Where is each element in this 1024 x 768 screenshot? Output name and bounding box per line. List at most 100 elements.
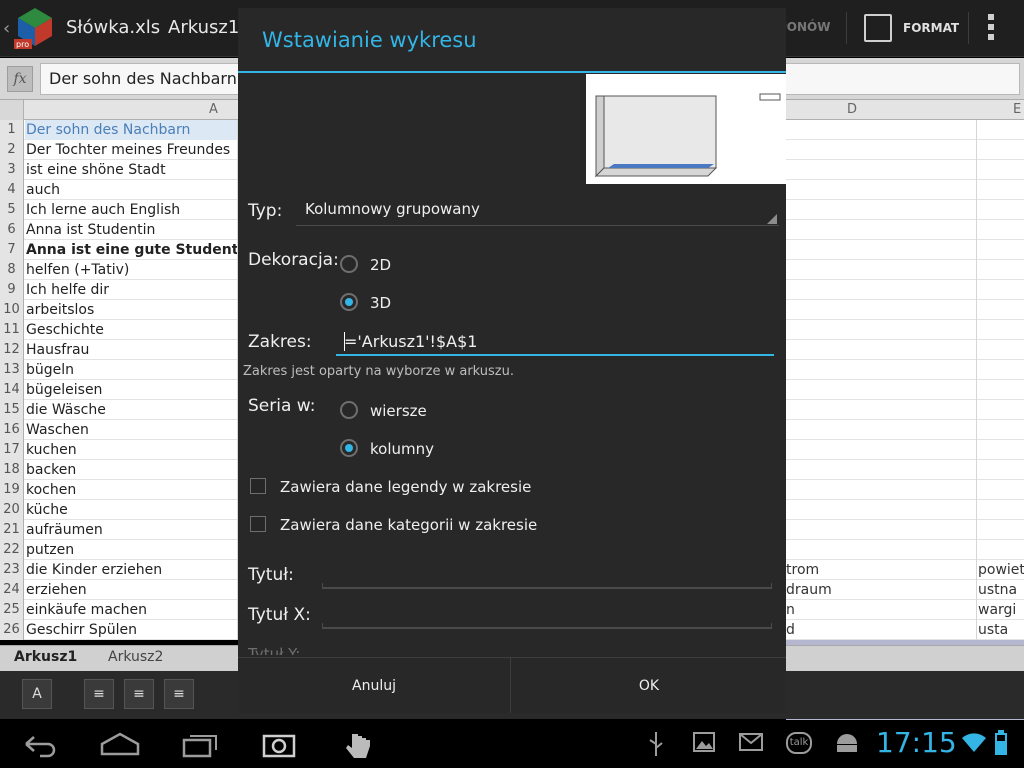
cell-a[interactable]: ist eine shöne Stadt	[25, 160, 237, 180]
cell-d[interactable]	[786, 160, 976, 180]
cell-d[interactable]	[786, 200, 976, 220]
row-number[interactable]: 7	[0, 240, 24, 260]
cell-e[interactable]	[978, 320, 1024, 340]
cell-a[interactable]: Ich lerne auch English	[25, 200, 237, 220]
column-header-d[interactable]: D	[847, 102, 857, 117]
cell-d[interactable]	[786, 380, 976, 400]
cell-a[interactable]: Ich helfe dir	[25, 280, 237, 300]
align-center-icon[interactable]: ≡	[124, 679, 154, 709]
cell-e[interactable]	[978, 180, 1024, 200]
row-number[interactable]: 13	[0, 360, 24, 380]
row-number[interactable]: 22	[0, 540, 24, 560]
row-number[interactable]: 15	[0, 400, 24, 420]
row-number[interactable]: 25	[0, 600, 24, 620]
cell-d[interactable]	[786, 260, 976, 280]
decoration-3d-label[interactable]: 3D	[370, 294, 391, 312]
row-number[interactable]: 8	[0, 260, 24, 280]
align-right-icon[interactable]: ≡	[164, 679, 194, 709]
cell-a[interactable]: putzen	[25, 540, 237, 560]
decoration-3d-radio[interactable]	[340, 293, 358, 311]
cell-d[interactable]	[786, 320, 976, 340]
cell-d[interactable]: trom	[786, 560, 976, 580]
row-number[interactable]: 3	[0, 160, 24, 180]
cell-d[interactable]: n	[786, 600, 976, 620]
row-number[interactable]: 2	[0, 140, 24, 160]
cell-a[interactable]: Waschen	[25, 420, 237, 440]
cell-a[interactable]: kochen	[25, 480, 237, 500]
cell-e[interactable]	[978, 120, 1024, 140]
cell-e[interactable]	[978, 300, 1024, 320]
cell-a[interactable]: arbeitslos	[25, 300, 237, 320]
row-number[interactable]: 4	[0, 180, 24, 200]
row-number[interactable]: 20	[0, 500, 24, 520]
cell-a[interactable]: Der sohn des Nachbarn	[25, 120, 237, 140]
cell-d[interactable]	[786, 220, 976, 240]
cell-d[interactable]	[786, 280, 976, 300]
title-x-input[interactable]	[322, 623, 772, 629]
cell-e[interactable]	[978, 200, 1024, 220]
cell-d[interactable]	[786, 480, 976, 500]
cell-a[interactable]: bügeleisen	[25, 380, 237, 400]
cell-d[interactable]	[786, 180, 976, 200]
cell-a[interactable]: helfen (+Tativ)	[25, 260, 237, 280]
cell-e[interactable]	[978, 540, 1024, 560]
cell-a[interactable]: Anna ist eine gute Studentin	[25, 240, 237, 260]
cell-e[interactable]	[978, 260, 1024, 280]
column-header-e[interactable]: E	[1013, 102, 1021, 117]
cell-d[interactable]	[786, 240, 976, 260]
recent-apps-icon[interactable]	[182, 730, 220, 758]
select-all-corner[interactable]	[0, 100, 24, 120]
row-number[interactable]: 17	[0, 440, 24, 460]
cell-a[interactable]: erziehen	[25, 580, 237, 600]
cell-d[interactable]: d	[786, 620, 976, 640]
cell-e[interactable]: powiet	[978, 560, 1024, 580]
home-icon[interactable]	[100, 730, 140, 758]
row-number[interactable]: 1	[0, 120, 24, 140]
cell-e[interactable]	[978, 500, 1024, 520]
row-number[interactable]: 10	[0, 300, 24, 320]
font-style-icon[interactable]: A	[22, 679, 52, 709]
back-icon[interactable]	[22, 730, 58, 758]
overflow-menu-icon[interactable]	[986, 14, 996, 42]
range-input[interactable]: ='Arkusz1'!$A$1	[336, 328, 774, 356]
cell-e[interactable]	[978, 280, 1024, 300]
series-rows-radio[interactable]	[340, 401, 358, 419]
cell-e[interactable]	[978, 460, 1024, 480]
row-number[interactable]: 5	[0, 200, 24, 220]
cell-e[interactable]	[978, 420, 1024, 440]
cell-a[interactable]: kuchen	[25, 440, 237, 460]
column-header-a[interactable]: A	[209, 102, 218, 117]
cell-a[interactable]: Geschichte	[25, 320, 237, 340]
series-rows-label[interactable]: wiersze	[370, 402, 427, 420]
cell-a[interactable]: aufräumen	[25, 520, 237, 540]
cell-e[interactable]	[978, 160, 1024, 180]
format-button[interactable]: FORMAT	[903, 21, 959, 35]
cell-a[interactable]: küche	[25, 500, 237, 520]
legend-checkbox-label[interactable]: Zawiera dane legendy w zakresie	[280, 478, 531, 496]
row-number[interactable]: 6	[0, 220, 24, 240]
cell-a[interactable]: backen	[25, 460, 237, 480]
cell-e[interactable]	[978, 140, 1024, 160]
cell-d[interactable]	[786, 520, 976, 540]
cell-d[interactable]	[786, 500, 976, 520]
sheet-tab-arkusz2[interactable]: Arkusz2	[108, 649, 163, 665]
ok-button[interactable]: OK	[512, 658, 786, 713]
row-number[interactable]: 23	[0, 560, 24, 580]
cell-e[interactable]	[978, 240, 1024, 260]
cell-a[interactable]: Hausfrau	[25, 340, 237, 360]
format-icon[interactable]	[864, 14, 892, 42]
cell-d[interactable]	[786, 540, 976, 560]
fx-icon[interactable]: fx	[7, 66, 33, 92]
cell-a[interactable]: einkäufe machen	[25, 600, 237, 620]
row-number[interactable]: 14	[0, 380, 24, 400]
touch-hand-icon[interactable]	[344, 730, 374, 760]
decoration-2d-label[interactable]: 2D	[370, 256, 391, 274]
cell-e[interactable]	[978, 400, 1024, 420]
align-left-icon[interactable]: ≡	[84, 679, 114, 709]
app-logo-icon[interactable]: pro	[12, 6, 58, 50]
cell-d[interactable]: draum	[786, 580, 976, 600]
category-checkbox[interactable]	[250, 516, 266, 532]
cell-e[interactable]	[978, 380, 1024, 400]
cell-d[interactable]	[786, 360, 976, 380]
cell-d[interactable]	[786, 140, 976, 160]
